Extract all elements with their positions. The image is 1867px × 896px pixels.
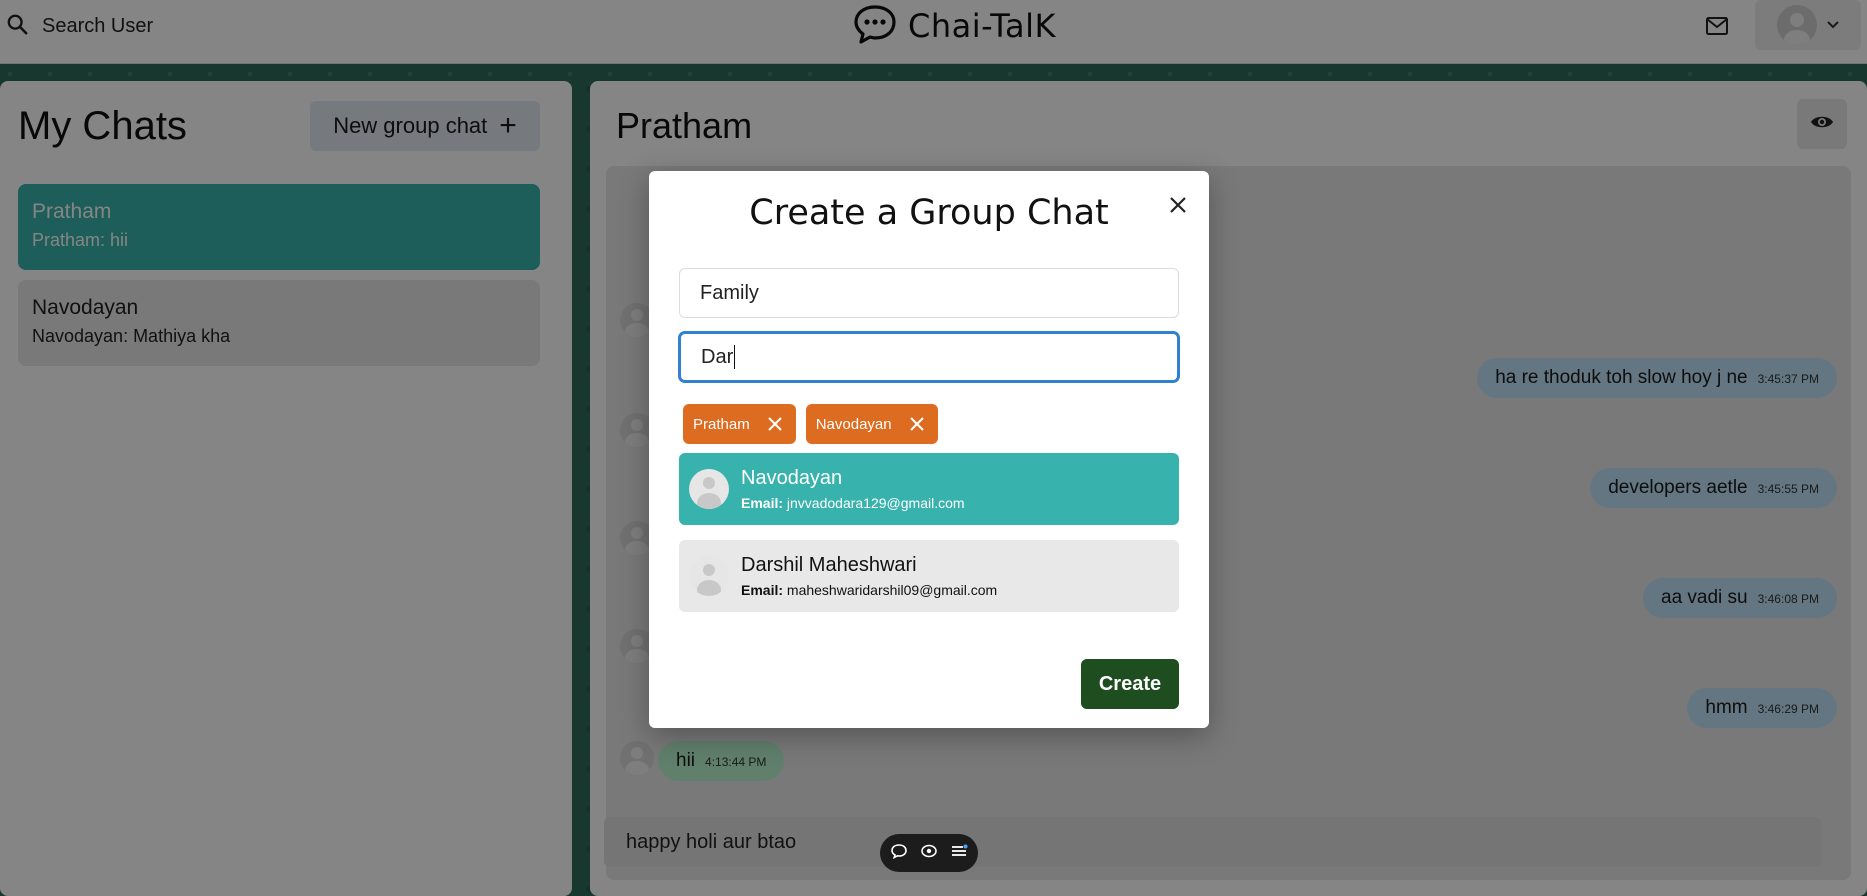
create-button[interactable]: Create (1081, 659, 1179, 709)
avatar-icon (689, 556, 729, 596)
result-email-value: maheshwaridarshil09@gmail.com (786, 582, 998, 598)
user-tag[interactable]: Pratham (683, 404, 796, 444)
user-search-result[interactable]: Navodayan Email: jnvvadodara129@gmail.co… (679, 453, 1179, 525)
menu-icon[interactable] (950, 843, 968, 864)
avatar-icon (689, 469, 729, 509)
close-icon[interactable] (908, 415, 926, 433)
user-search-result[interactable]: Darshil Maheshwari Email: maheshwaridars… (679, 540, 1179, 612)
result-name: Darshil Maheshwari (741, 554, 917, 576)
email-label: Email: (741, 582, 784, 598)
close-icon[interactable] (766, 415, 784, 433)
selected-users: Pratham Navodayan (683, 404, 938, 444)
user-tag[interactable]: Navodayan (805, 404, 938, 444)
text-caret (734, 345, 736, 369)
close-icon[interactable] (1162, 189, 1194, 221)
user-search-value: Dar (701, 345, 734, 368)
result-email: Email: jnvvadodara129@gmail.com (741, 495, 965, 511)
message-icon[interactable] (890, 843, 908, 864)
chat-name-input[interactable]: Family (679, 268, 1179, 318)
modal-title: Create a Group Chat (749, 193, 1109, 233)
user-search-input[interactable]: Dar (679, 332, 1179, 382)
floating-toolbar (880, 834, 978, 872)
chat-name-value: Family (700, 281, 759, 304)
result-email-value: jnvvadodara129@gmail.com (786, 495, 965, 511)
result-name: Navodayan (741, 467, 843, 489)
view-icon[interactable] (920, 843, 938, 864)
create-group-chat-modal: Create a Group Chat Family Dar Pratham N… (649, 171, 1209, 728)
result-email: Email: maheshwaridarshil09@gmail.com (741, 582, 997, 598)
user-tag-label: Pratham (693, 415, 750, 433)
user-tag-label: Navodayan (815, 415, 892, 433)
email-label: Email: (741, 495, 784, 511)
